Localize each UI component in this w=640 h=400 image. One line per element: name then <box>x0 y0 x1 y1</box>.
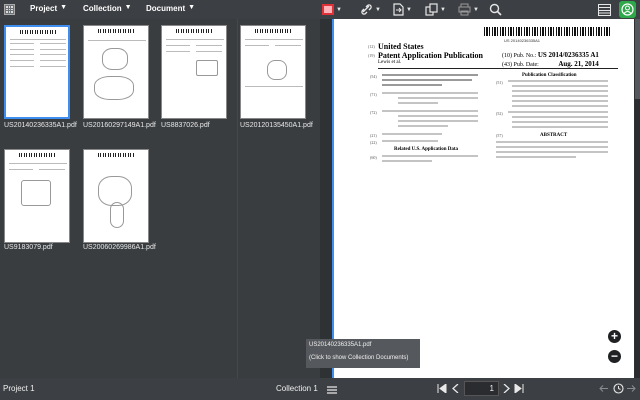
document-menu[interactable]: Document ▼ <box>146 4 195 13</box>
inventor-name: Lewis et al. <box>378 60 402 65</box>
related-data-heading: Related U.S. Application Data <box>394 147 459 152</box>
chevron-down-icon: ▼ <box>336 6 342 13</box>
document-thumbnail[interactable] <box>4 25 70 119</box>
collection-menu-label: Collection <box>83 4 122 13</box>
table-icon <box>598 3 611 16</box>
export-icon <box>393 3 404 16</box>
document-thumbnail[interactable] <box>240 25 306 119</box>
chevron-down-icon: ▼ <box>124 4 132 11</box>
chevron-down-icon: ▼ <box>473 6 479 13</box>
scrollbar-thumb[interactable] <box>635 19 640 99</box>
back-arrow-icon[interactable] <box>599 385 608 392</box>
print-button[interactable]: ▼ <box>458 2 479 17</box>
first-page-icon[interactable] <box>437 384 447 393</box>
account-icon <box>621 3 634 16</box>
collection-documents-pane: US20140236335A1.pdf US20160297149A1.pdf … <box>0 19 320 378</box>
thumbnail-label[interactable]: US20160297149A1.pdf <box>83 122 156 129</box>
copy-button[interactable]: ▼ <box>425 2 446 17</box>
status-bar: Project 1 Collection 1 <box>0 378 640 400</box>
select-region-icon <box>322 4 334 15</box>
list-icon[interactable] <box>327 386 337 394</box>
pub-date-value: Aug. 21, 2014 <box>558 60 599 68</box>
chevron-down-icon: ▼ <box>60 4 68 11</box>
forward-arrow-icon[interactable] <box>627 385 636 392</box>
print-icon <box>458 3 471 16</box>
document-thumbnail[interactable] <box>4 149 70 243</box>
thumbnail-label[interactable]: US9183079.pdf <box>4 244 53 251</box>
document-tooltip: US20140236335A1.pdf (Click to show Colle… <box>306 339 420 368</box>
classification-heading: Publication Classification <box>522 73 577 78</box>
thumbnail-label[interactable]: US20060269986A1.pdf <box>83 244 156 251</box>
account-button[interactable] <box>619 1 636 18</box>
barcode <box>484 27 612 36</box>
header-rule <box>378 68 618 69</box>
project-menu[interactable]: Project ▼ <box>30 4 67 13</box>
link-button[interactable]: ▼ <box>360 2 381 17</box>
abstract-heading: ABSTRACT <box>540 133 568 138</box>
chevron-down-icon: ▼ <box>440 6 446 13</box>
zoom-out-icon[interactable]: − <box>607 349 622 364</box>
export-button[interactable]: ▼ <box>393 2 412 17</box>
collection-status[interactable]: Collection 1 <box>276 384 318 393</box>
document-menu-label: Document <box>146 4 186 13</box>
thumbnail-label[interactable]: US8837026.pdf <box>161 122 210 129</box>
document-thumbnail[interactable] <box>83 149 149 243</box>
zoom-in-icon[interactable]: + <box>607 329 622 344</box>
thumbnail-label[interactable]: US20140236335A1.pdf <box>4 122 77 129</box>
history-icon[interactable] <box>613 383 624 394</box>
top-toolbar: Project ▼ Collection ▼ Document ▼ ▼ ▼ ▼ … <box>0 0 640 19</box>
pub-date: (43) Pub. Date: Aug. 21, 2014 <box>502 60 599 68</box>
previous-page-icon[interactable] <box>452 384 459 393</box>
chevron-down-icon: ▼ <box>406 6 412 13</box>
chevron-down-icon: ▼ <box>375 6 381 13</box>
link-icon <box>361 4 372 15</box>
document-viewer[interactable]: US 20140236335A1 (12) United States (19)… <box>320 19 640 378</box>
select-region-button[interactable]: ▼ <box>322 2 342 17</box>
document-thumbnail[interactable] <box>83 25 149 119</box>
chevron-down-icon: ▼ <box>188 4 196 11</box>
table-view-button[interactable] <box>596 1 613 18</box>
grid-view-icon[interactable] <box>0 0 19 19</box>
thumbnail-label[interactable]: US20120135450A1.pdf <box>240 122 313 129</box>
barcode-number: US 20140236335A1 <box>504 38 541 43</box>
search-icon <box>489 3 502 16</box>
last-page-icon[interactable] <box>514 384 524 393</box>
pdf-page[interactable]: US 20140236335A1 (12) United States (19)… <box>332 19 634 378</box>
tooltip-hint: (Click to show Collection Documents) <box>309 355 409 361</box>
page-number-input[interactable]: 1 <box>464 381 499 396</box>
pub-number-label: (10) Pub. No.: <box>502 53 537 59</box>
project-menu-label: Project <box>30 4 58 13</box>
collection-menu[interactable]: Collection ▼ <box>83 4 132 13</box>
search-button[interactable] <box>489 2 502 17</box>
pub-number-value: US 2014/0236335 A1 <box>537 51 599 59</box>
pub-number: (10) Pub. No.: US 2014/0236335 A1 <box>502 51 599 59</box>
project-status[interactable]: Project 1 <box>3 384 35 393</box>
tooltip-filename: US20140236335A1.pdf <box>309 342 372 348</box>
pane-divider <box>237 19 238 378</box>
next-page-icon[interactable] <box>503 384 510 393</box>
document-thumbnail[interactable] <box>161 25 227 119</box>
publication-type-title: Patent Application Publication <box>378 51 483 60</box>
copy-icon <box>425 3 438 16</box>
document-scrollbar[interactable] <box>635 19 640 378</box>
country-title: United States <box>378 42 424 51</box>
